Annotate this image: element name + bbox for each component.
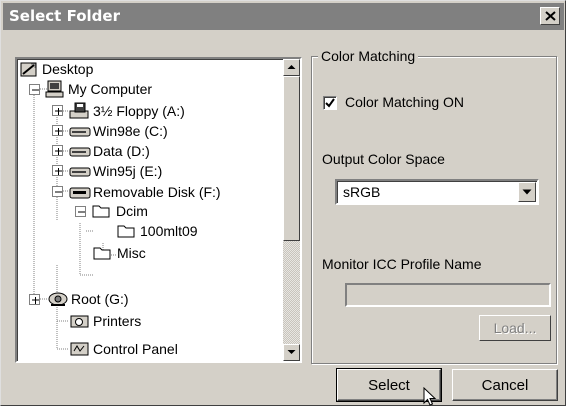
tree-expander-win95j[interactable] bbox=[52, 165, 63, 176]
monitor-icc-profile-field bbox=[345, 283, 551, 307]
scroll-up-button[interactable] bbox=[283, 59, 300, 76]
color-matching-checkbox[interactable] bbox=[323, 96, 337, 110]
cancel-button-label: Cancel bbox=[481, 377, 529, 394]
dropdown-button[interactable] bbox=[518, 182, 536, 202]
expand-icon bbox=[32, 297, 39, 304]
tree-node-label: 3½ Floppy (A:) bbox=[93, 103, 185, 119]
arrow-down-icon bbox=[287, 350, 296, 354]
load-button: Load... bbox=[479, 315, 551, 341]
folder-open-icon bbox=[92, 205, 110, 218]
expand-icon bbox=[55, 148, 62, 155]
tree-node-label: Root (G:) bbox=[71, 291, 129, 307]
hard-drive-icon bbox=[69, 147, 91, 157]
checkmark-icon bbox=[325, 98, 335, 108]
tree-node-label: 100mlt09 bbox=[140, 223, 198, 239]
tree-expander-dcim[interactable] bbox=[75, 206, 86, 217]
output-color-space-label: Output Color Space bbox=[322, 151, 445, 167]
tree-node-label: Data (D:) bbox=[93, 143, 150, 159]
scroll-down-button[interactable] bbox=[283, 344, 300, 361]
tree-node-label: Misc bbox=[117, 245, 146, 261]
expand-icon bbox=[55, 108, 62, 115]
tree-expander-data[interactable] bbox=[52, 145, 63, 156]
load-button-label: Load... bbox=[493, 320, 537, 336]
mouse-cursor-icon bbox=[423, 387, 437, 406]
floppy-drive-icon bbox=[69, 102, 89, 119]
group-label: Color Matching bbox=[318, 48, 419, 64]
tree-node-label: My Computer bbox=[68, 81, 153, 97]
collapse-icon bbox=[78, 211, 85, 213]
tree-expander-win98e[interactable] bbox=[52, 125, 63, 136]
computer-icon bbox=[45, 80, 64, 98]
scrollbar-thumb[interactable] bbox=[283, 76, 300, 241]
tree-node-label: Printers bbox=[93, 313, 142, 329]
folder-tree[interactable]: Desktop My Computer 3½ Floppy (A:) Win98… bbox=[15, 57, 302, 363]
expand-icon bbox=[55, 168, 62, 175]
tree-node-label: Win95j (E:) bbox=[93, 163, 163, 179]
tree-node-label: Removable Disk (F:) bbox=[93, 184, 221, 200]
output-color-space-value: sRGB bbox=[343, 184, 381, 200]
hard-drive-icon bbox=[69, 127, 91, 137]
collapse-icon bbox=[32, 89, 39, 91]
tree-node-label: Desktop bbox=[42, 61, 94, 77]
tree-expander-root[interactable] bbox=[29, 294, 40, 305]
tree-expander-my-computer[interactable] bbox=[29, 84, 40, 95]
tree-node-label: Dcim bbox=[116, 203, 148, 219]
tree-expander-floppy[interactable] bbox=[52, 105, 63, 116]
tree-vertical-scrollbar[interactable] bbox=[283, 59, 300, 361]
control-panel-icon bbox=[70, 342, 89, 356]
collapse-icon bbox=[55, 191, 62, 193]
network-drive-icon bbox=[48, 292, 68, 306]
tree-node-label: Control Panel bbox=[93, 341, 178, 357]
folder-icon bbox=[117, 225, 135, 238]
close-button[interactable] bbox=[540, 7, 560, 25]
printers-icon bbox=[70, 315, 89, 328]
removable-disk-icon bbox=[69, 187, 91, 199]
monitor-icc-profile-label: Monitor ICC Profile Name bbox=[322, 256, 482, 272]
desktop-icon bbox=[20, 62, 37, 77]
output-color-space-select[interactable]: sRGB bbox=[335, 179, 539, 205]
close-icon bbox=[545, 11, 556, 21]
dialog-title: Select Folder bbox=[9, 7, 120, 25]
hard-drive-icon bbox=[69, 167, 91, 177]
tree-expander-removable-disk[interactable] bbox=[52, 186, 63, 197]
select-folder-dialog: Select Folder Desktop My Computer 3½ Flo… bbox=[0, 0, 566, 406]
color-matching-group: Color Matching Color Matching ON Output … bbox=[311, 48, 557, 364]
chevron-down-icon bbox=[522, 189, 532, 195]
color-matching-checkbox-label[interactable]: Color Matching ON bbox=[345, 94, 464, 110]
tree-node-label: Win98e (C:) bbox=[93, 123, 168, 139]
cancel-button[interactable]: Cancel bbox=[452, 369, 558, 401]
title-bar: Select Folder bbox=[3, 3, 564, 30]
arrow-up-icon bbox=[287, 65, 296, 69]
expand-icon bbox=[55, 128, 62, 135]
folder-icon bbox=[93, 247, 111, 260]
